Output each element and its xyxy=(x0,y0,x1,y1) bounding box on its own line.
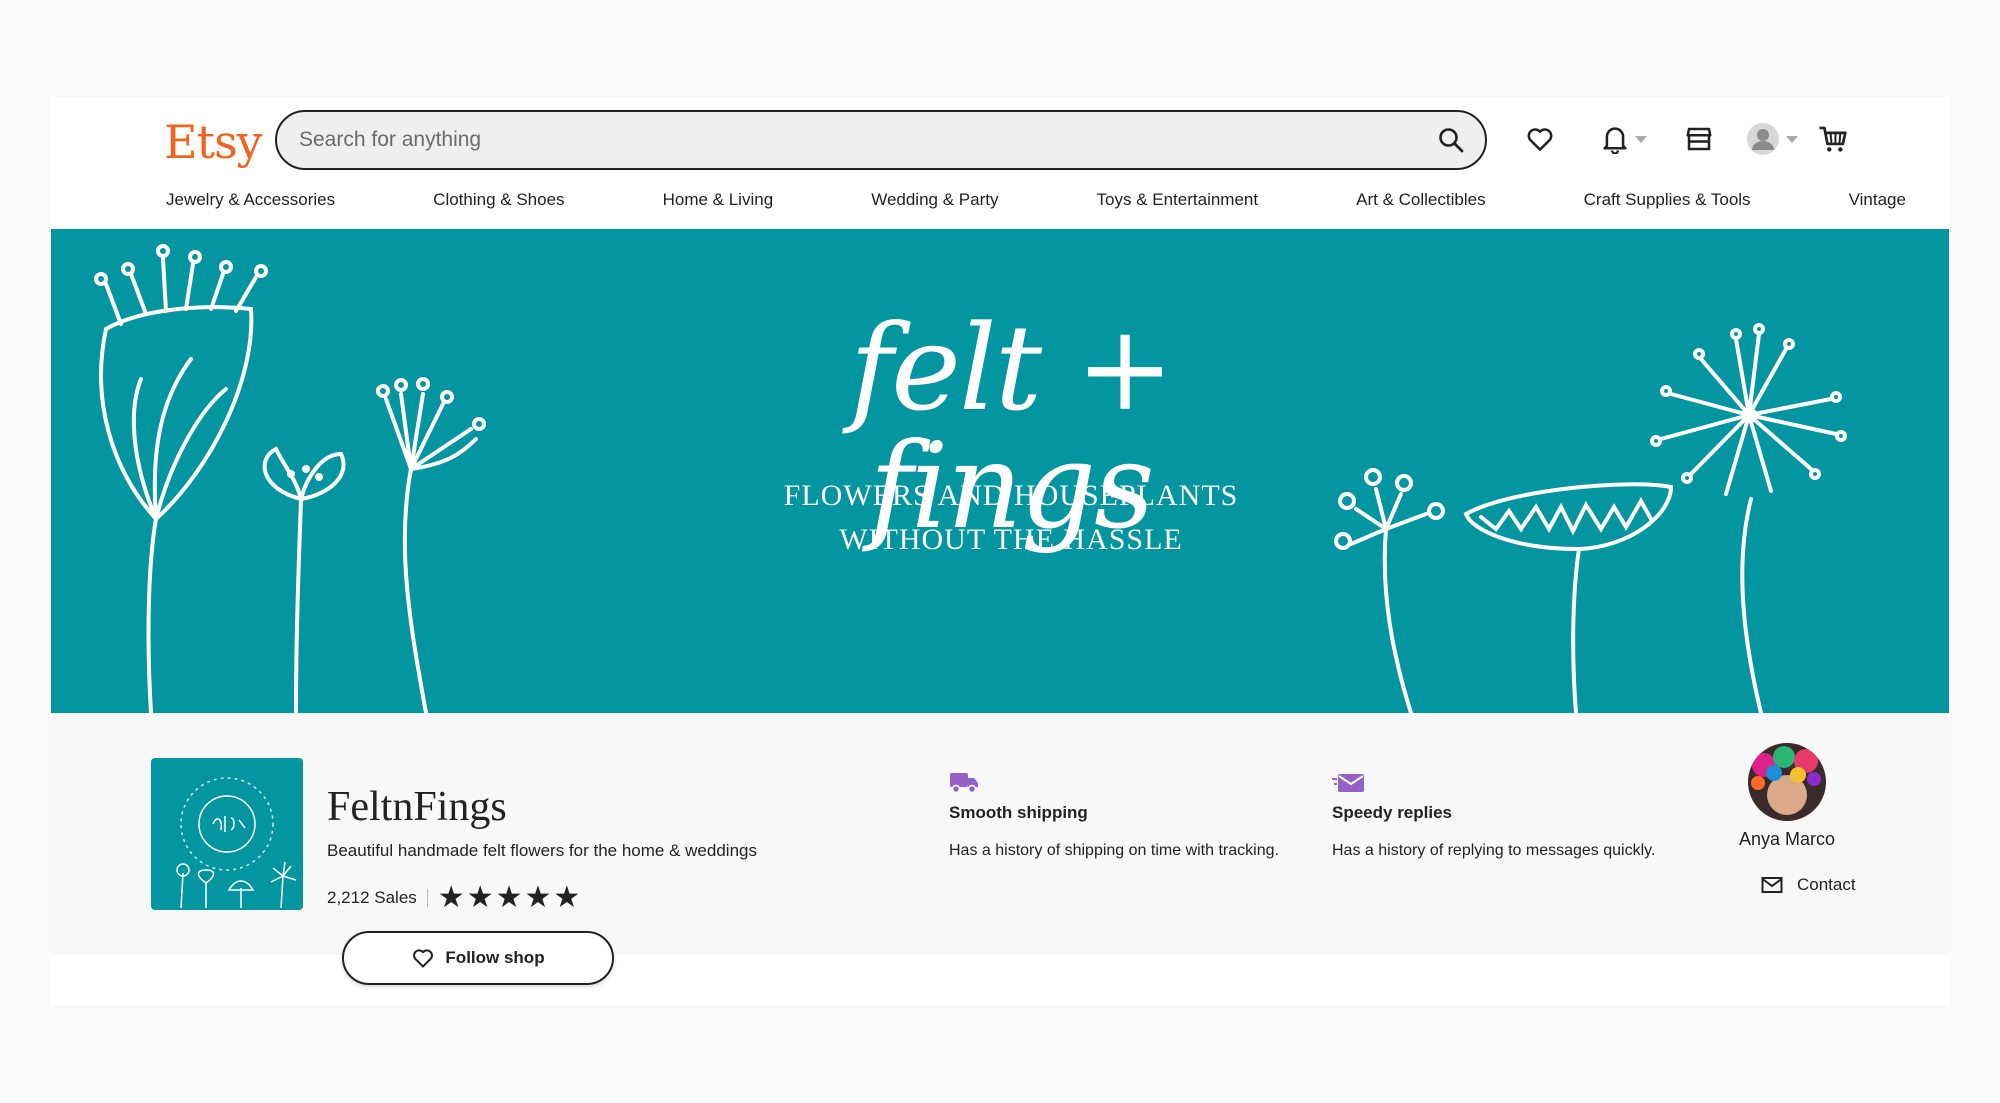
account-button[interactable] xyxy=(1746,119,1798,159)
shop-manager-button[interactable] xyxy=(1684,119,1714,159)
category-link-clothing[interactable]: Clothing & Shoes xyxy=(433,190,564,210)
star-icon: ★ xyxy=(524,881,552,914)
search-icon xyxy=(1439,128,1464,153)
feature-smooth-shipping: Smooth shipping Has a history of shippin… xyxy=(949,771,1289,862)
shop-sales-rating: 2,212 Sales ★ ★ ★ ★ ★ xyxy=(327,883,580,913)
category-link-home[interactable]: Home & Living xyxy=(663,190,774,210)
page-card: Etsy Search for anything Jewelry & Acces… xyxy=(51,97,1949,1005)
cart-button[interactable] xyxy=(1817,119,1849,159)
notifications-button[interactable] xyxy=(1601,119,1647,159)
chevron-down-icon xyxy=(1786,135,1798,143)
account-icon xyxy=(1747,123,1779,155)
category-link-jewelry[interactable]: Jewelry & Accessories xyxy=(166,190,335,210)
divider xyxy=(426,889,428,907)
mail-icon xyxy=(1761,877,1783,893)
sales-count: 2,212 Sales xyxy=(327,888,417,907)
star-icon: ★ xyxy=(553,881,581,914)
search-bar[interactable] xyxy=(275,110,1487,170)
contact-label: Contact xyxy=(1797,875,1856,894)
etsy-logo[interactable]: Etsy xyxy=(164,115,263,169)
heart-icon xyxy=(1527,128,1553,151)
category-link-art[interactable]: Art & Collectibles xyxy=(1356,190,1485,210)
favorites-button[interactable] xyxy=(1525,119,1555,159)
cart-icon xyxy=(1819,126,1847,152)
truck-icon xyxy=(949,771,1289,795)
category-link-wedding[interactable]: Wedding & Party xyxy=(871,190,998,210)
feature-description: Has a history of replying to messages qu… xyxy=(1332,842,1656,859)
shop-name[interactable]: FeltnFings xyxy=(327,783,507,831)
follow-shop-button[interactable]: Follow shop xyxy=(342,931,614,985)
heart-icon xyxy=(413,949,434,968)
category-link-vintage[interactable]: Vintage xyxy=(1849,190,1906,210)
contact-button[interactable]: Contact xyxy=(1761,875,1856,895)
rating-stars[interactable]: ★ ★ ★ ★ ★ xyxy=(438,883,581,913)
banner-subtitle-line-1: FLOWERS AND HOUSEPLANTS xyxy=(783,479,1239,512)
star-icon: ★ xyxy=(437,881,465,914)
feature-title: Smooth shipping xyxy=(949,803,1088,822)
shop-logo[interactable] xyxy=(151,758,303,910)
shop-banner: felt + fings FLOWERS AND HOUSEPLANTS WIT… xyxy=(51,229,1949,713)
category-nav: Jewelry & Accessories Clothing & Shoes H… xyxy=(166,190,1906,210)
feature-title: Speedy replies xyxy=(1332,803,1453,822)
feature-speedy-replies: Speedy replies Has a history of replying… xyxy=(1332,771,1672,862)
banner-subtitle: FLOWERS AND HOUSEPLANTS WITHOUT THE HASS… xyxy=(671,474,1351,562)
shop-logo-art xyxy=(176,777,297,909)
owner-avatar[interactable] xyxy=(1748,743,1826,821)
owner-name[interactable]: Anya Marco xyxy=(1700,829,1874,850)
search-input[interactable] xyxy=(299,112,1399,168)
star-icon: ★ xyxy=(495,881,523,914)
shop-info-section: FeltnFings Beautiful handmade felt flowe… xyxy=(51,713,1949,955)
shop-tagline: Beautiful handmade felt flowers for the … xyxy=(327,841,757,860)
shop-icon xyxy=(1686,127,1712,151)
banner-subtitle-line-2: WITHOUT THE HASSLE xyxy=(839,523,1183,556)
fast-message-icon xyxy=(1332,771,1672,795)
category-link-toys[interactable]: Toys & Entertainment xyxy=(1097,190,1259,210)
search-button[interactable] xyxy=(1431,120,1471,160)
follow-shop-label: Follow shop xyxy=(445,948,545,967)
feature-description: Has a history of shipping on time with t… xyxy=(949,842,1279,859)
star-icon: ★ xyxy=(466,881,494,914)
bell-icon xyxy=(1603,127,1627,154)
category-link-craft[interactable]: Craft Supplies & Tools xyxy=(1584,190,1751,210)
chevron-down-icon xyxy=(1635,135,1647,143)
